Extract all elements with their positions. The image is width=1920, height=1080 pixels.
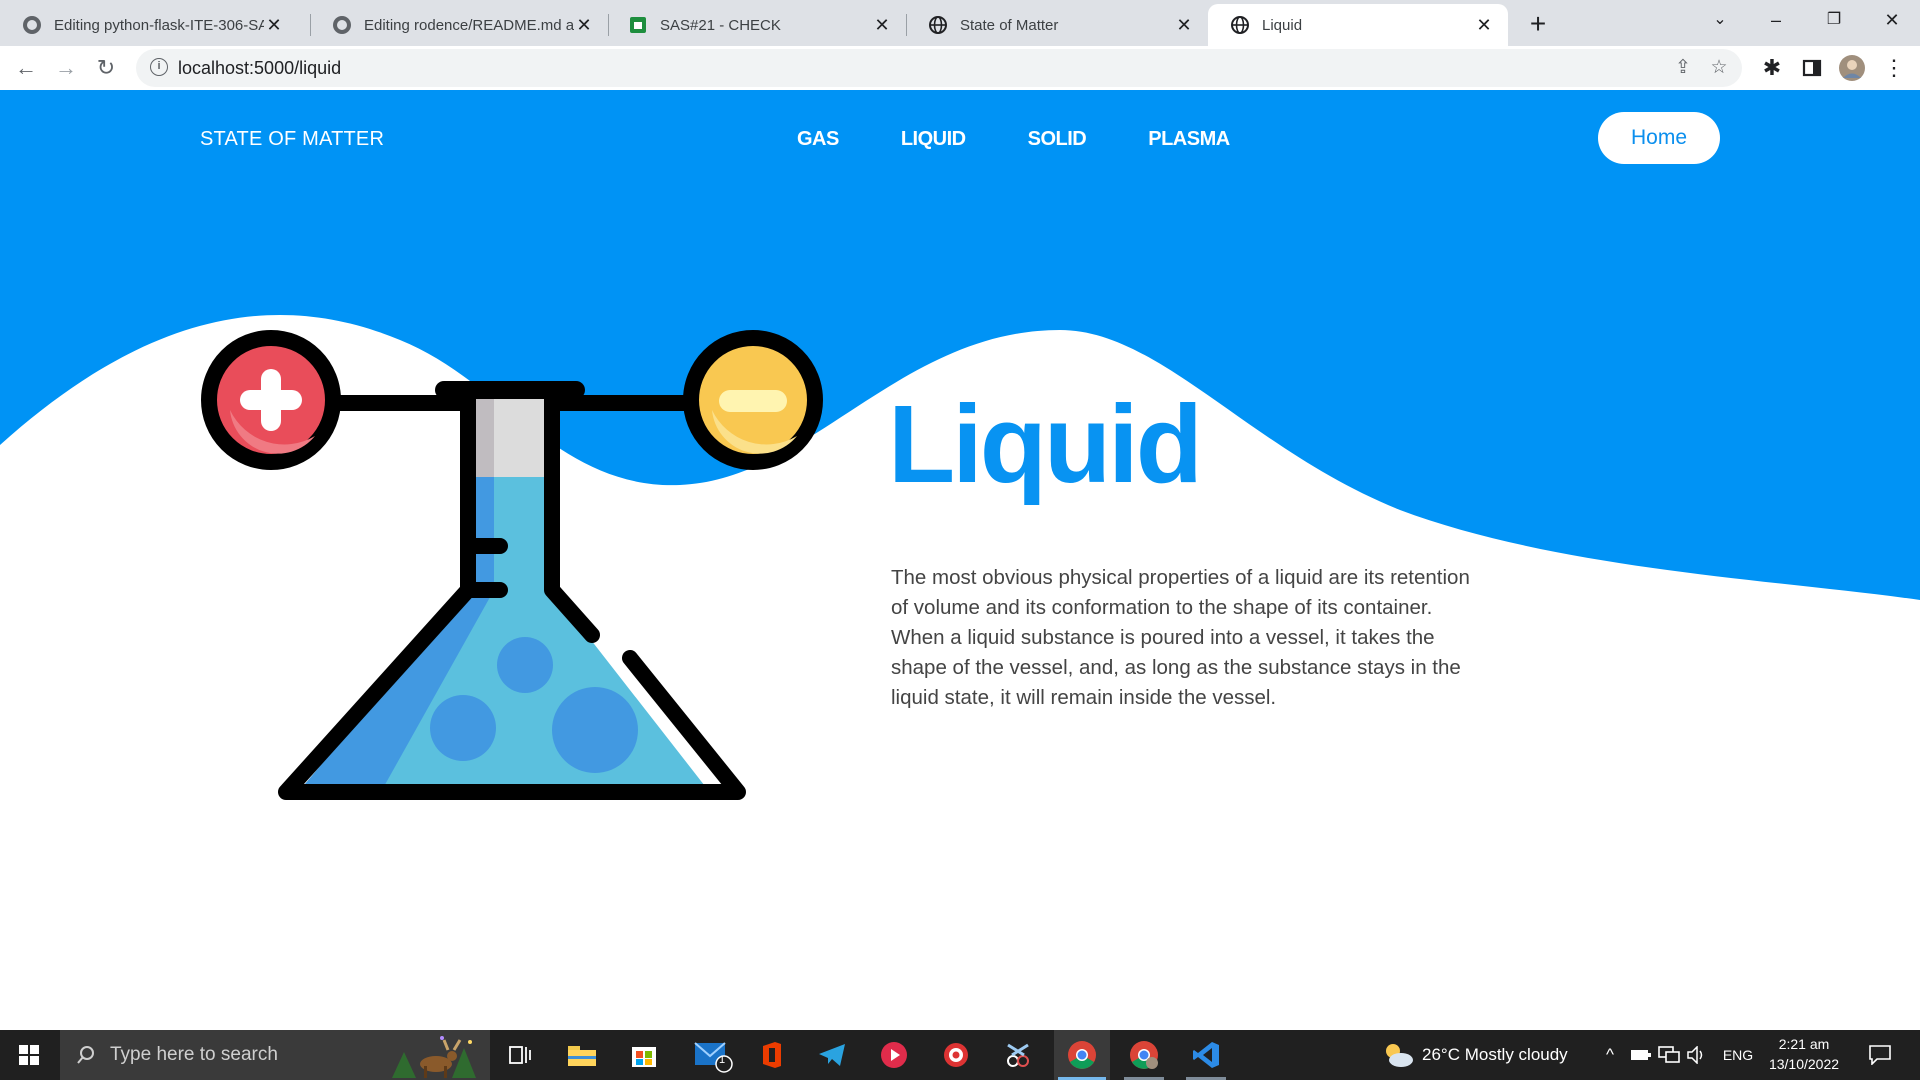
liquid-description: The most obvious physical properties of … — [891, 565, 1470, 709]
microsoft-store-icon[interactable] — [624, 1030, 664, 1080]
weather-text[interactable]: 26°C Mostly cloudy — [1422, 1030, 1592, 1080]
system-clock[interactable]: 2:21 am 13/10/2022 — [1764, 1034, 1844, 1074]
nav-link-liquid[interactable]: LIQUID — [901, 128, 966, 151]
moose-bing-illustration-icon — [392, 1036, 476, 1078]
globe-icon — [929, 16, 947, 34]
windows-taskbar: Type here to search 1 26°C Mostly cloudy… — [0, 1030, 1920, 1080]
globe-icon — [1231, 16, 1249, 34]
tab-title: Editing python-flask-ITE-306-SAS — [54, 16, 264, 34]
share-icon[interactable]: ⇪ — [1670, 55, 1696, 81]
nav-link-gas[interactable]: GAS — [797, 128, 839, 151]
main-nav: GAS LIQUID SOLID PLASMA — [797, 128, 1292, 151]
chevron-up-icon[interactable]: ^ — [1598, 1030, 1622, 1080]
screen-recorder-icon[interactable] — [936, 1030, 976, 1080]
github-icon — [23, 16, 41, 34]
chrome-profile-taskbar-icon[interactable] — [1116, 1030, 1172, 1080]
restore-button[interactable]: ❐ — [1806, 0, 1862, 40]
close-icon[interactable]: ✕ — [872, 15, 892, 36]
tab-title: Editing rodence/README.md at m — [364, 16, 574, 34]
search-placeholder: Type here to search — [110, 1044, 278, 1065]
profile-avatar[interactable] — [1834, 50, 1870, 86]
tab-github-editing-flask[interactable]: Editing python-flask-ITE-306-SAS ✕ — [0, 4, 298, 46]
volume-icon[interactable] — [1684, 1030, 1710, 1080]
tab-title: State of Matter — [960, 16, 1059, 34]
network-icon[interactable] — [1656, 1030, 1682, 1080]
extensions-puzzle-icon[interactable]: ✱ — [1754, 50, 1790, 86]
url-text[interactable]: localhost:5000/liquid — [178, 58, 341, 79]
address-bar[interactable]: i localhost:5000/liquid ⇪ ☆ — [136, 49, 1742, 87]
battery-icon[interactable] — [1628, 1030, 1654, 1080]
reload-icon[interactable]: ↻ — [88, 50, 124, 86]
menu-kebab-icon[interactable]: ⋮ — [1876, 50, 1912, 86]
tab-github-readme[interactable]: Editing rodence/README.md at m ✕ — [310, 4, 608, 46]
close-icon[interactable]: ✕ — [1174, 15, 1194, 36]
clock-date: 13/10/2022 — [1768, 1056, 1840, 1072]
mail-icon[interactable]: 1 — [688, 1030, 738, 1080]
sheets-icon — [630, 17, 646, 33]
back-arrow-icon[interactable]: ← — [8, 50, 44, 86]
tab-title: SAS#21 - CHECK — [660, 16, 781, 34]
taskbar-search-box[interactable]: Type here to search — [60, 1030, 490, 1080]
chrome-taskbar-icon[interactable] — [1054, 1030, 1110, 1080]
media-player-icon[interactable] — [874, 1030, 914, 1080]
close-icon[interactable]: ✕ — [1474, 15, 1494, 36]
github-icon — [333, 16, 351, 34]
tab-title: Liquid — [1262, 16, 1303, 34]
windows-start-icon[interactable] — [0, 1030, 58, 1080]
home-button[interactable]: Home — [1598, 112, 1720, 164]
tab-search-chevron-icon[interactable]: ⌄ — [1692, 0, 1748, 40]
close-icon[interactable]: ✕ — [574, 15, 594, 36]
minimize-button[interactable]: – — [1748, 0, 1804, 40]
telegram-icon[interactable] — [812, 1030, 852, 1080]
forward-arrow-icon[interactable]: → — [48, 50, 84, 86]
language-indicator[interactable]: ENG — [1716, 1030, 1760, 1080]
weather-cloud-icon[interactable] — [1378, 1030, 1418, 1080]
file-explorer-icon[interactable] — [562, 1030, 602, 1080]
page-title: Liquid — [888, 383, 1203, 506]
snipping-tool-icon[interactable] — [998, 1030, 1038, 1080]
task-view-icon[interactable] — [500, 1030, 540, 1080]
close-window-button[interactable]: ✕ — [1864, 0, 1920, 40]
search-icon — [77, 1046, 94, 1064]
bookmark-star-icon[interactable]: ☆ — [1706, 55, 1732, 81]
page-content: STATE OF MATTER GAS LIQUID SOLID PLASMA … — [0, 90, 1920, 1030]
nav-link-solid[interactable]: SOLID — [1028, 128, 1087, 151]
tab-strip: Editing python-flask-ITE-306-SAS ✕ Editi… — [0, 0, 1920, 46]
clock-time: 2:21 am — [1778, 1036, 1830, 1052]
tab-liquid[interactable]: Liquid ✕ — [1208, 4, 1508, 46]
flask-electrode-illustration — [201, 330, 823, 800]
office-icon[interactable] — [752, 1030, 792, 1080]
nav-link-plasma[interactable]: PLASMA — [1148, 128, 1230, 151]
side-panel-icon[interactable] — [1794, 50, 1830, 86]
vscode-icon[interactable] — [1178, 1030, 1234, 1080]
browser-toolbar: ← → ↻ i localhost:5000/liquid ⇪ ☆ ✱ ⋮ — [0, 46, 1920, 91]
close-icon[interactable]: ✕ — [264, 15, 284, 36]
tab-sas-check[interactable]: SAS#21 - CHECK ✕ — [606, 4, 906, 46]
site-info-icon[interactable]: i — [150, 58, 168, 76]
tab-state-of-matter[interactable]: State of Matter ✕ — [906, 4, 1208, 46]
new-tab-button[interactable]: + — [1520, 6, 1556, 42]
mail-badge: 1 — [719, 1054, 726, 1066]
notification-center-icon[interactable] — [1860, 1030, 1900, 1080]
brand-logo-text[interactable]: STATE OF MATTER — [200, 128, 384, 151]
